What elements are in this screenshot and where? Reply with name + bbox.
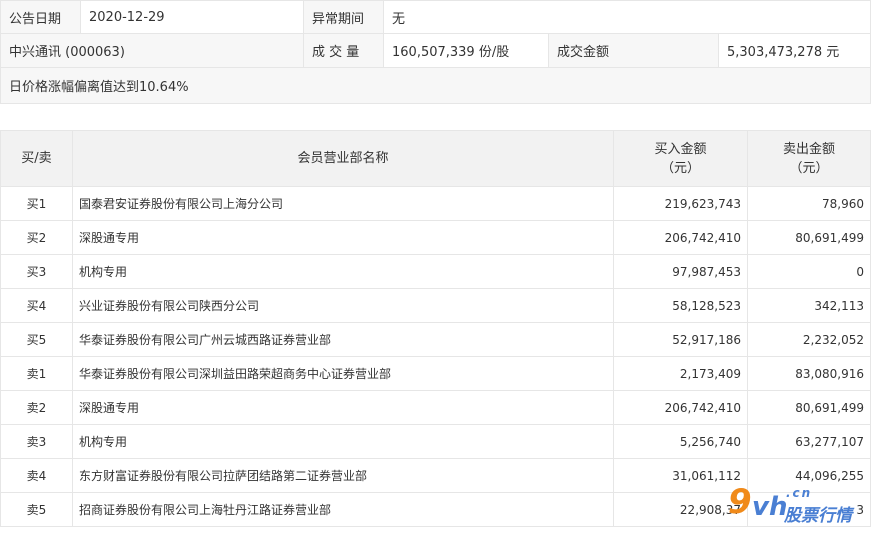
volume-value: 160,507,339 份/股 <box>383 33 549 68</box>
row-broker-name: 机构专用 <box>72 424 614 459</box>
col-header-buy-line1: 买入金额 <box>654 141 707 157</box>
watermark-vh: vh <box>752 492 788 522</box>
stock-name: 中兴通讯 (000063) <box>0 33 304 68</box>
table-row: 卖1 华泰证券股份有限公司深圳益田路荣超商务中心证券营业部 2,173,409 … <box>0 356 871 391</box>
row-sell-amount: 80,691,499 <box>747 220 871 255</box>
row-broker-name: 兴业证券股份有限公司陕西分公司 <box>72 288 614 323</box>
row-side: 卖1 <box>0 356 73 391</box>
row-buy-amount: 219,623,743 <box>613 186 748 221</box>
info-row-date: 公告日期 2020-12-29 异常期间 无 <box>0 0 871 34</box>
col-header-sell-line1: 卖出金额 <box>782 141 835 157</box>
col-header-buy: 买入金额 （元） <box>613 130 748 187</box>
broker-trade-table: 买/卖 会员营业部名称 买入金额 （元） 卖出金额 （元） 买1 国泰君安证券股… <box>0 130 871 527</box>
table-row: 卖3 机构专用 5,256,740 63,277,107 <box>0 424 871 459</box>
row-broker-name: 招商证券股份有限公司上海牡丹江路证券营业部 <box>72 492 614 527</box>
row-side: 买2 <box>0 220 73 255</box>
row-buy-amount: 97,987,453 <box>613 254 748 289</box>
site-watermark-logo: 9 vh .cn 股票行情 <box>728 482 870 528</box>
col-header-buy-line2: （元） <box>660 160 700 176</box>
watermark-text: 股票行情 <box>784 506 852 526</box>
table-row: 买2 深股通专用 206,742,410 80,691,499 <box>0 220 871 255</box>
turnover-value: 5,303,473,278 元 <box>717 33 871 68</box>
row-broker-name: 国泰君安证券股份有限公司上海分公司 <box>72 186 614 221</box>
col-header-name: 会员营业部名称 <box>72 130 614 187</box>
row-broker-name: 深股通专用 <box>72 390 614 425</box>
watermark-nine: 9 <box>728 482 752 522</box>
row-side: 买1 <box>0 186 73 221</box>
table-row: 卖2 深股通专用 206,742,410 80,691,499 <box>0 390 871 425</box>
announce-date-label: 公告日期 <box>0 0 81 34</box>
row-side: 卖2 <box>0 390 73 425</box>
row-buy-amount: 5,256,740 <box>613 424 748 459</box>
row-sell-amount: 63,277,107 <box>747 424 871 459</box>
announce-date-value: 2020-12-29 <box>80 0 304 34</box>
row-side: 卖4 <box>0 458 73 493</box>
row-side: 卖5 <box>0 492 73 527</box>
row-buy-amount: 58,128,523 <box>613 288 748 323</box>
row-side: 买5 <box>0 322 73 357</box>
table-header-row: 买/卖 会员营业部名称 买入金额 （元） 卖出金额 （元） <box>0 130 871 187</box>
info-row-reason: 日价格涨幅偏离值达到10.64% <box>0 67 871 104</box>
col-header-side: 买/卖 <box>0 130 73 187</box>
table-row: 买4 兴业证券股份有限公司陕西分公司 58,128,523 342,113 <box>0 288 871 323</box>
table-row: 买5 华泰证券股份有限公司广州云城西路证券营业部 52,917,186 2,23… <box>0 322 871 357</box>
row-broker-name: 机构专用 <box>72 254 614 289</box>
row-sell-amount: 342,113 <box>747 288 871 323</box>
col-header-sell: 卖出金额 （元） <box>747 130 871 187</box>
watermark-cn: .cn <box>786 486 813 500</box>
row-buy-amount: 206,742,410 <box>613 390 748 425</box>
row-sell-amount: 80,691,499 <box>747 390 871 425</box>
col-header-sell-line2: （元） <box>789 160 829 176</box>
table-row: 买1 国泰君安证券股份有限公司上海分公司 219,623,743 78,960 <box>0 186 871 221</box>
row-buy-amount: 206,742,410 <box>613 220 748 255</box>
row-broker-name: 华泰证券股份有限公司广州云城西路证券营业部 <box>72 322 614 357</box>
turnover-label: 成交金额 <box>548 33 719 68</box>
row-sell-amount: 2,232,052 <box>747 322 871 357</box>
row-side: 买3 <box>0 254 73 289</box>
announcement-info-table: 公告日期 2020-12-29 异常期间 无 中兴通讯 (000063) 成 交… <box>0 0 871 104</box>
row-side: 买4 <box>0 288 73 323</box>
row-broker-name: 东方财富证券股份有限公司拉萨团结路第二证券营业部 <box>72 458 614 493</box>
row-broker-name: 深股通专用 <box>72 220 614 255</box>
row-broker-name: 华泰证券股份有限公司深圳益田路荣超商务中心证券营业部 <box>72 356 614 391</box>
row-sell-amount: 78,960 <box>747 186 871 221</box>
table-row: 买3 机构专用 97,987,453 0 <box>0 254 871 289</box>
info-row-stock: 中兴通讯 (000063) 成 交 量 160,507,339 份/股 成交金额… <box>0 33 871 68</box>
row-buy-amount: 2,173,409 <box>613 356 748 391</box>
volume-label: 成 交 量 <box>303 33 384 68</box>
row-side: 卖3 <box>0 424 73 459</box>
row-buy-amount: 52,917,186 <box>613 322 748 357</box>
abnormal-period-label: 异常期间 <box>303 0 384 34</box>
abnormal-period-value: 无 <box>382 0 871 34</box>
row-sell-amount: 0 <box>747 254 871 289</box>
abnormal-reason: 日价格涨幅偏离值达到10.64% <box>0 67 871 104</box>
row-sell-amount: 83,080,916 <box>747 356 871 391</box>
